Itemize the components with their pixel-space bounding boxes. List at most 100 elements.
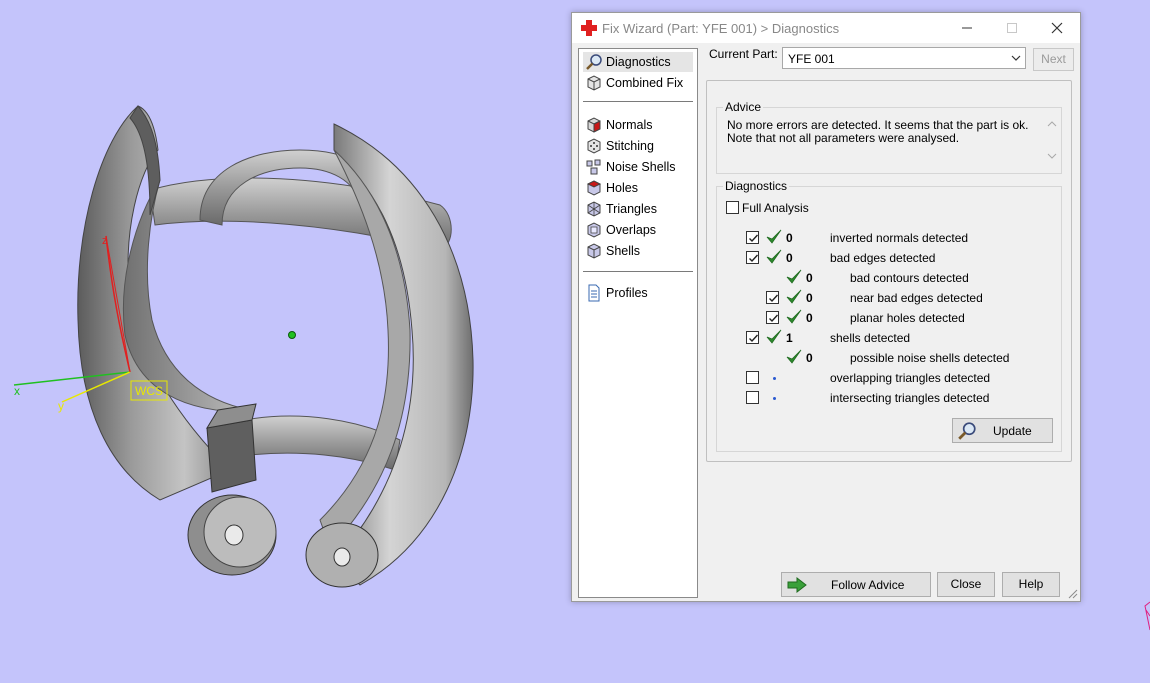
left-lug-hole — [224, 524, 244, 546]
noise-shells-label: possible noise shells detected — [850, 351, 1010, 365]
axis-x-label: x — [14, 384, 20, 398]
chevron-down-icon — [1011, 55, 1021, 61]
not-analysed-dot — [773, 397, 776, 400]
cube-icon — [587, 75, 601, 91]
intersecting-triangles-label: intersecting triangles detected — [830, 391, 990, 405]
cube-dots-icon — [587, 138, 601, 154]
nav-separator — [583, 101, 693, 102]
nav-item-overlaps[interactable]: Overlaps — [583, 220, 693, 240]
close-window-button[interactable] — [1042, 17, 1072, 39]
green-check-icon — [766, 249, 782, 264]
checkmark-icon — [749, 234, 759, 243]
nav-item-label: Triangles — [606, 202, 657, 216]
checkmark-icon — [769, 314, 779, 323]
current-part-label: Current Part: — [709, 47, 778, 61]
fix-wizard-dialog: Fix Wizard (Part: YFE 001) > Diagnostics… — [571, 12, 1081, 602]
offscreen-object-fragment — [1144, 601, 1150, 631]
bad-contours-label: bad contours detected — [850, 271, 969, 285]
shells-count: 1 — [786, 331, 793, 345]
green-check-icon — [766, 329, 782, 344]
maximize-button[interactable] — [997, 17, 1027, 39]
title-bar[interactable]: Fix Wizard (Part: YFE 001) > Diagnostics — [572, 13, 1080, 43]
nav-item-label: Combined Fix — [606, 76, 684, 90]
nav-item-label: Profiles — [606, 286, 648, 300]
nav-item-holes[interactable]: Holes — [583, 178, 693, 198]
right-lug-hole — [333, 547, 351, 567]
green-check-icon — [786, 289, 802, 304]
help-button[interactable]: Help — [1002, 572, 1060, 597]
overlaps-icon — [587, 222, 601, 238]
nav-item-label: Shells — [606, 244, 641, 258]
nav-item-triangles[interactable]: Triangles — [583, 199, 693, 219]
document-icon — [588, 284, 600, 302]
noise-shells-count: 0 — [806, 351, 813, 365]
overlapping-triangles-checkbox[interactable] — [746, 371, 759, 384]
noise-shells-icon — [586, 159, 601, 175]
nav-item-noise-shells[interactable]: Noise Shells — [583, 157, 693, 177]
nav-item-label: Diagnostics — [606, 55, 671, 69]
nav-separator — [583, 271, 693, 272]
wcs-label: WCS — [135, 384, 163, 398]
nav-item-label: Normals — [606, 118, 653, 132]
nav-item-label: Overlaps — [606, 223, 657, 237]
advice-legend: Advice — [723, 100, 764, 114]
nav-item-shells[interactable]: Shells — [583, 241, 693, 261]
minimize-icon — [962, 27, 972, 29]
shells-checkbox[interactable] — [746, 331, 759, 344]
close-button[interactable]: Close — [937, 572, 995, 597]
shells-label: shells detected — [830, 331, 911, 345]
hinge-block — [206, 419, 257, 493]
green-check-icon — [786, 349, 802, 364]
nav-item-stitching[interactable]: Stitching — [583, 136, 693, 156]
update-button[interactable]: Update — [952, 418, 1053, 443]
triangles-icon — [587, 201, 601, 217]
minimize-button[interactable] — [952, 17, 982, 39]
nav-item-label: Stitching — [606, 139, 654, 153]
green-check-icon — [766, 229, 782, 244]
window-title: Fix Wizard (Part: YFE 001) > Diagnostics — [602, 21, 840, 36]
axis-y-label: y — [58, 399, 64, 413]
wizard-nav-list: Diagnostics Combined Fix Normals Stitchi… — [578, 48, 698, 598]
next-button[interactable]: Next — [1033, 48, 1074, 71]
close-icon — [1051, 22, 1063, 34]
nav-item-label: Noise Shells — [606, 160, 676, 174]
full-analysis-label: Full Analysis — [742, 201, 809, 215]
maximize-icon — [1007, 23, 1017, 33]
checkmark-icon — [769, 294, 779, 303]
not-analysed-dot — [773, 377, 776, 380]
green-check-icon — [786, 309, 802, 324]
checkmark-icon — [749, 254, 759, 263]
advice-scrollbar[interactable] — [1045, 118, 1059, 162]
follow-advice-label: Follow Advice — [831, 578, 905, 592]
planar-holes-label: planar holes detected — [850, 311, 965, 325]
magnifier-icon — [586, 54, 602, 70]
intersecting-triangles-checkbox[interactable] — [746, 391, 759, 404]
magnifier-icon — [958, 422, 976, 440]
current-part-dropdown[interactable]: YFE 001 — [782, 47, 1026, 69]
planar-holes-checkbox[interactable] — [766, 311, 779, 324]
near-bad-edges-checkbox[interactable] — [766, 291, 779, 304]
green-arrow-right-icon — [787, 576, 807, 594]
advice-text: No more errors are detected. It seems th… — [727, 118, 1029, 145]
full-analysis-checkbox[interactable] — [726, 201, 739, 214]
nav-item-normals[interactable]: Normals — [583, 115, 693, 135]
axis-z-label: z — [102, 235, 108, 247]
nav-item-combined-fix[interactable]: Combined Fix — [583, 73, 693, 93]
inverted-normals-count: 0 — [786, 231, 793, 245]
resize-grip-icon[interactable] — [1068, 589, 1078, 599]
overlapping-triangles-label: overlapping triangles detected — [830, 371, 991, 385]
current-part-value: YFE 001 — [788, 52, 835, 66]
green-check-icon — [786, 269, 802, 284]
red-cross-icon — [581, 20, 597, 36]
diagnostics-legend: Diagnostics — [723, 179, 790, 193]
nav-item-profiles[interactable]: Profiles — [583, 283, 693, 303]
bad-edges-checkbox[interactable] — [746, 251, 759, 264]
inverted-normals-label: inverted normals detected — [830, 231, 969, 245]
inverted-normals-checkbox[interactable] — [746, 231, 759, 244]
cube-red-face-icon — [587, 117, 601, 133]
bad-edges-count: 0 — [786, 251, 793, 265]
cube-hole-icon — [586, 180, 602, 196]
follow-advice-button[interactable]: Follow Advice — [781, 572, 931, 597]
nav-item-diagnostics[interactable]: Diagnostics — [583, 52, 693, 72]
diagnostics-panel: Advice No more errors are detected. It s… — [706, 80, 1072, 462]
